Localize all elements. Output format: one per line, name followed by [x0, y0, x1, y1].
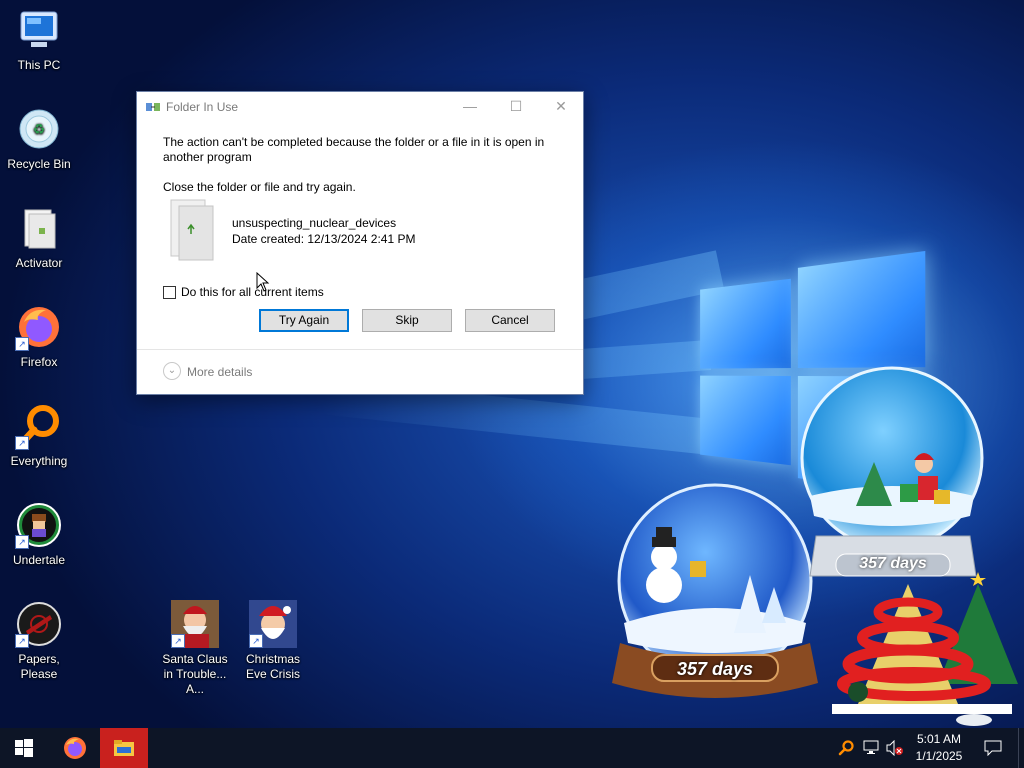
- shortcut-arrow-icon: ↗: [15, 436, 29, 450]
- recycle-bin-icon: ♻: [15, 105, 63, 153]
- papers-please-icon: ↗: [15, 600, 63, 648]
- desktop-icon-label: This PC: [17, 58, 61, 72]
- shortcut-arrow-icon: ↗: [15, 337, 29, 351]
- clock-date: 1/1/2025: [915, 749, 963, 763]
- desktop-icon-christmas-eve-crisis[interactable]: ↗ Christmas Eve Crisis: [234, 600, 312, 682]
- dialog-message: The action can't be completed because th…: [163, 135, 545, 164]
- desktop-icon-label: Papers, Please: [18, 652, 60, 681]
- dialog-divider: [137, 349, 583, 350]
- svg-text:♻: ♻: [33, 122, 46, 138]
- desktop: This PC ♻ Recycle Bin Activator ↗ Firefo…: [0, 0, 1024, 728]
- dialog-instruction: Close the folder or file and try again.: [163, 180, 356, 194]
- desktop-icon-label: Christmas Eve Crisis: [245, 652, 300, 681]
- snow-globe-widget-left[interactable]: 357 days: [612, 483, 818, 705]
- search-app-icon: ↗: [15, 402, 63, 450]
- apply-all-label: Do this for all current items: [181, 285, 324, 299]
- apply-all-checkbox[interactable]: [163, 286, 176, 299]
- minimize-button[interactable]: —: [447, 92, 493, 122]
- computer-icon: [15, 6, 63, 54]
- santa-game-icon: ↗: [249, 600, 297, 648]
- desktop-icon-undertale[interactable]: ↗ Undertale: [0, 501, 78, 568]
- taskbar-clock[interactable]: 5:01 AM 1/1/2025: [906, 731, 972, 765]
- search-app-icon: [838, 740, 854, 756]
- dialog-title: Folder In Use: [166, 100, 239, 114]
- snow-globe-widget-right[interactable]: 357 days: [796, 366, 990, 588]
- undertale-icon: ↗: [15, 501, 63, 549]
- desktop-icon-recycle-bin[interactable]: ♻ Recycle Bin: [0, 105, 78, 172]
- folder-icon: [170, 199, 214, 261]
- file-date-created: Date created: 12/13/2024 2:41 PM: [232, 232, 416, 246]
- desktop-icon-label: Everything: [10, 454, 68, 468]
- desktop-icon-label: Santa Claus in Trouble... A...: [162, 652, 228, 696]
- globe-left-days: 357 days: [676, 659, 754, 679]
- cancel-button[interactable]: Cancel: [465, 309, 555, 332]
- more-details-label: More details: [187, 365, 253, 379]
- skip-button[interactable]: Skip: [362, 309, 452, 332]
- file-icon: [15, 204, 63, 252]
- notification-icon: [984, 740, 1002, 756]
- taskbar: 5:01 AM 1/1/2025: [0, 728, 1024, 768]
- desktop-icon-label: Undertale: [12, 553, 66, 567]
- tray-volume-button[interactable]: [884, 728, 906, 768]
- taskbar-file-explorer-button[interactable]: [100, 728, 148, 768]
- desktop-icon-activator[interactable]: Activator: [0, 204, 78, 271]
- start-button[interactable]: [0, 728, 48, 768]
- firefox-icon: [64, 737, 86, 759]
- file-explorer-icon: [114, 740, 134, 756]
- desktop-icon-everything[interactable]: ↗ Everything: [0, 402, 78, 469]
- network-icon: [863, 740, 879, 754]
- desktop-icon-this-pc[interactable]: This PC: [0, 6, 78, 73]
- mouse-cursor: [256, 272, 270, 292]
- shortcut-arrow-icon: ↗: [171, 634, 185, 648]
- close-button[interactable]: ✕: [538, 92, 584, 122]
- volume-muted-icon: [886, 740, 903, 756]
- desktop-icon-papers-please[interactable]: ↗ Papers, Please: [0, 600, 78, 682]
- folder-in-use-dialog: Folder In Use — ☐ ✕ The action can't be …: [136, 91, 584, 395]
- santa-game-icon: ↗: [171, 600, 219, 648]
- dialog-titlebar[interactable]: Folder In Use — ☐ ✕: [137, 92, 583, 122]
- file-info: unsuspecting_nuclear_devices Date create…: [167, 198, 547, 264]
- clock-time: 5:01 AM: [916, 732, 962, 746]
- firefox-icon: ↗: [15, 303, 63, 351]
- desktop-icon-label: Activator: [15, 256, 63, 270]
- start-icon: [15, 739, 33, 757]
- taskbar-firefox-button[interactable]: [52, 728, 98, 768]
- desktop-icon-label: Firefox: [20, 355, 58, 369]
- file-transfer-icon: [146, 103, 160, 111]
- desktop-icon-firefox[interactable]: ↗ Firefox: [0, 303, 78, 370]
- shortcut-arrow-icon: ↗: [15, 535, 29, 549]
- desktop-icon-santa-claus-in-trouble[interactable]: ↗ Santa Claus in Trouble... A...: [156, 600, 234, 697]
- chevron-down-icon: ⌄: [163, 362, 181, 380]
- file-name: unsuspecting_nuclear_devices: [232, 216, 397, 230]
- tray-everything-button[interactable]: [834, 728, 858, 768]
- shortcut-arrow-icon: ↗: [15, 634, 29, 648]
- tray-network-button[interactable]: [860, 728, 884, 768]
- maximize-button[interactable]: ☐: [493, 92, 539, 122]
- shortcut-arrow-icon: ↗: [249, 634, 263, 648]
- desktop-icon-label: Recycle Bin: [7, 157, 71, 171]
- action-center-button[interactable]: [978, 728, 1008, 768]
- show-desktop-button[interactable]: [1018, 728, 1024, 768]
- try-again-button[interactable]: Try Again: [259, 309, 349, 332]
- christmas-tree-widget[interactable]: [828, 564, 1024, 728]
- christmas-tree-graphic: [832, 572, 1018, 726]
